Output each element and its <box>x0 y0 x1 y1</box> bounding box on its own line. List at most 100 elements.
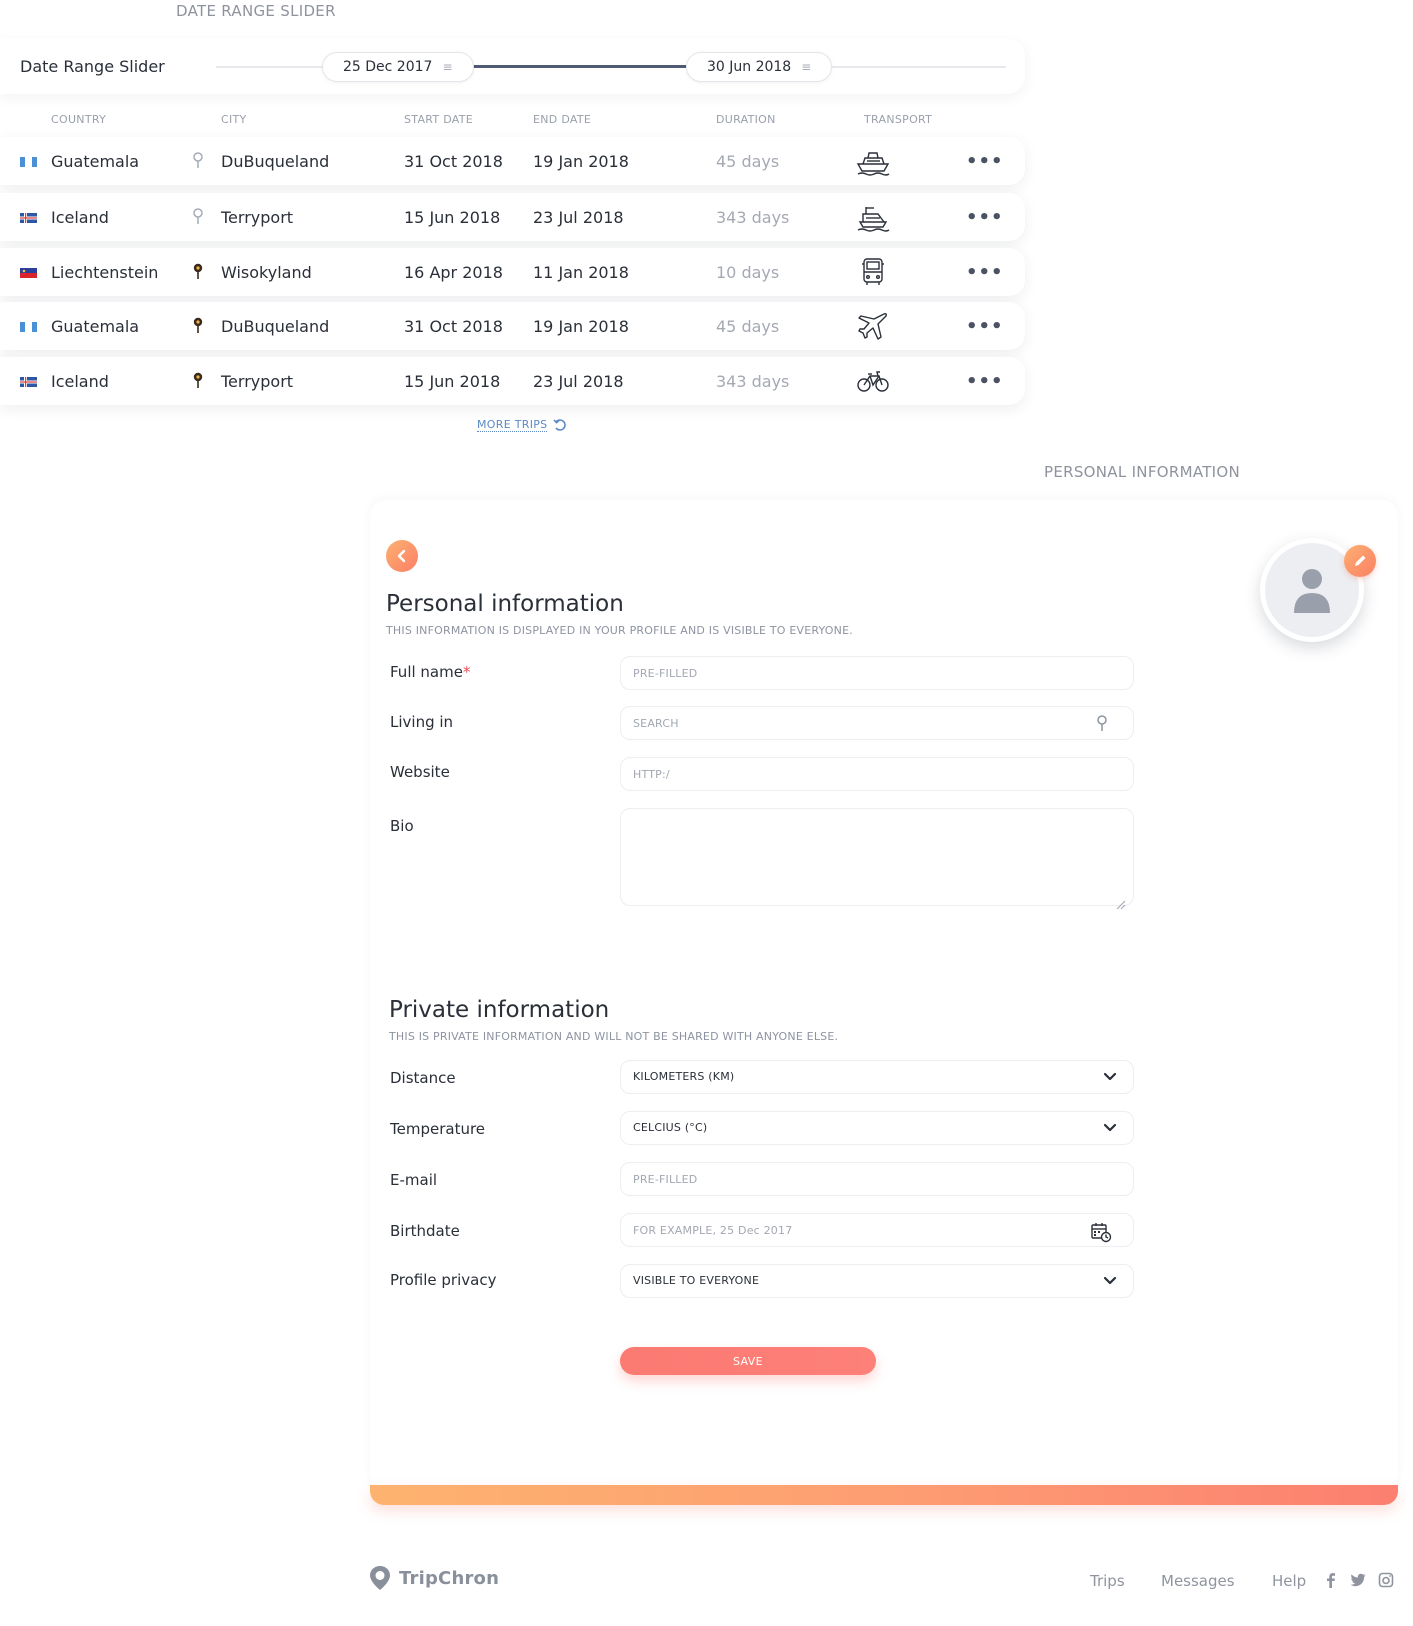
cruise-ship-icon <box>856 152 890 176</box>
personal-info-subtitle: THIS INFORMATION IS DISPLAYED IN YOUR PR… <box>386 624 853 637</box>
ferry-icon <box>857 207 890 232</box>
duration-cell: 10 days <box>716 263 780 282</box>
footer-link-help[interactable]: Help <box>1272 1572 1306 1590</box>
date-range-slider: Date Range Slider 25 Dec 2017 ≡ 30 Jun 2… <box>0 38 1025 94</box>
chevron-down-icon <box>1103 1072 1117 1081</box>
personal-information-caption: PERSONAL INFORMATION <box>1044 463 1241 481</box>
slider-selected-range <box>456 65 686 68</box>
living-in-search-input[interactable] <box>620 706 1134 740</box>
edit-avatar-button[interactable] <box>1344 545 1376 577</box>
birthdate-field[interactable] <box>620 1213 1134 1247</box>
table-row[interactable]: Liechtenstein Wisokyland 16 Apr 2018 11 … <box>0 248 1025 296</box>
pin-outline-icon <box>193 152 203 168</box>
website-label: Website <box>390 763 450 781</box>
table-row[interactable]: Guatemala DuBuqueland 31 Oct 2018 19 Jan… <box>0 137 1025 185</box>
pin-filled-icon <box>193 263 203 279</box>
country-cell: Guatemala <box>51 152 140 171</box>
email-label: E-mail <box>390 1171 438 1189</box>
table-row[interactable]: Guatemala DuBuqueland 31 Oct 2018 19 Jan… <box>0 302 1025 350</box>
facebook-icon[interactable] <box>1323 1572 1339 1588</box>
header-city: CITY <box>221 113 247 126</box>
email-field[interactable] <box>620 1162 1134 1196</box>
back-button[interactable] <box>386 540 418 572</box>
profile-privacy-value: VISIBLE TO EVERYONE <box>633 1274 760 1287</box>
footer-link-trips[interactable]: Trips <box>1090 1572 1125 1590</box>
date-range-slider-caption: DATE RANGE SLIDER <box>176 2 336 20</box>
end-date-cell: 23 Jul 2018 <box>533 208 624 227</box>
private-info-title: Private information <box>389 997 610 1023</box>
distance-label: Distance <box>390 1069 456 1087</box>
distance-select[interactable]: KILOMETERS (KM) <box>620 1060 1134 1094</box>
city-cell: Terryport <box>221 372 294 391</box>
tripchron-pin-logo-icon <box>370 1566 390 1590</box>
start-date-cell: 31 Oct 2018 <box>404 317 503 336</box>
start-date-cell: 16 Apr 2018 <box>404 263 503 282</box>
start-date-cell: 15 Jun 2018 <box>404 208 501 227</box>
grip-icon: ≡ <box>442 60 453 74</box>
end-date-cell: 19 Jan 2018 <box>533 317 629 336</box>
grip-icon: ≡ <box>801 60 812 74</box>
personal-info-title: Personal information <box>386 591 624 617</box>
brand-name: TripChron <box>399 1567 500 1589</box>
country-cell: Iceland <box>51 208 109 227</box>
table-row[interactable]: Iceland Terryport 15 Jun 2018 23 Jul 201… <box>0 357 1025 405</box>
row-more-button[interactable]: ••• <box>966 151 1004 172</box>
birthdate-label: Birthdate <box>390 1222 460 1240</box>
header-transport: TRANSPORT <box>864 113 933 126</box>
profile-privacy-label: Profile privacy <box>390 1271 497 1289</box>
profile-privacy-select[interactable]: VISIBLE TO EVERYONE <box>620 1264 1134 1298</box>
end-date-cell: 23 Jul 2018 <box>533 372 624 391</box>
start-date-cell: 31 Oct 2018 <box>404 152 503 171</box>
city-cell: DuBuqueland <box>221 317 330 336</box>
resize-grip-icon[interactable] <box>1114 898 1126 910</box>
table-row[interactable]: Iceland Terryport 15 Jun 2018 23 Jul 201… <box>0 193 1025 241</box>
bio-textarea[interactable] <box>620 808 1134 906</box>
duration-cell: 45 days <box>716 152 780 171</box>
fullname-label-text: Full name <box>390 663 463 681</box>
country-cell: Iceland <box>51 372 109 391</box>
more-trips-link[interactable]: MORE TRIPS <box>477 418 567 433</box>
distance-value: KILOMETERS (KM) <box>633 1070 735 1083</box>
chevron-left-icon <box>397 549 406 563</box>
bio-label: Bio <box>390 817 414 835</box>
slider-start-date: 25 Dec 2017 <box>343 59 433 75</box>
temperature-select[interactable]: CELCIUS (°C) <box>620 1111 1134 1145</box>
row-more-button[interactable]: ••• <box>966 262 1004 283</box>
refresh-icon <box>553 419 567 431</box>
iceland-flag <box>20 377 37 387</box>
header-start-date: START DATE <box>404 113 474 126</box>
bicycle-icon <box>857 371 889 392</box>
city-cell: Terryport <box>221 208 294 227</box>
slider-start-handle[interactable]: 25 Dec 2017 ≡ <box>322 52 474 82</box>
row-more-button[interactable]: ••• <box>966 371 1004 392</box>
country-cell: Liechtenstein <box>51 263 159 282</box>
twitter-icon[interactable] <box>1350 1572 1366 1588</box>
fullname-field[interactable] <box>620 656 1134 690</box>
slider-end-handle[interactable]: 30 Jun 2018 ≡ <box>686 52 833 82</box>
brand-logo[interactable]: TripChron <box>369 1565 499 1591</box>
profile-form-card <box>370 500 1398 1490</box>
city-cell: DuBuqueland <box>221 152 330 171</box>
card-gradient-bar <box>370 1485 1398 1505</box>
calendar-clock-icon[interactable] <box>1090 1221 1112 1243</box>
temperature-value: CELCIUS (°C) <box>633 1121 708 1134</box>
pencil-icon <box>1355 555 1366 566</box>
location-pin-icon <box>1097 715 1107 731</box>
duration-cell: 45 days <box>716 317 780 336</box>
header-duration: DURATION <box>716 113 776 126</box>
header-country: COUNTRY <box>51 113 107 126</box>
guatemala-flag <box>20 322 37 332</box>
save-button[interactable]: SAVE <box>620 1347 876 1375</box>
city-cell: Wisokyland <box>221 263 312 282</box>
instagram-icon[interactable] <box>1378 1572 1394 1588</box>
pin-outline-icon <box>193 208 203 224</box>
chevron-down-icon <box>1103 1123 1117 1132</box>
website-field[interactable] <box>620 757 1134 791</box>
duration-cell: 343 days <box>716 208 790 227</box>
row-more-button[interactable]: ••• <box>966 207 1004 228</box>
row-more-button[interactable]: ••• <box>966 316 1004 337</box>
slider-label: Date Range Slider <box>20 57 165 76</box>
footer-link-messages[interactable]: Messages <box>1161 1572 1235 1590</box>
country-cell: Guatemala <box>51 317 140 336</box>
liechtenstein-flag <box>20 268 37 278</box>
